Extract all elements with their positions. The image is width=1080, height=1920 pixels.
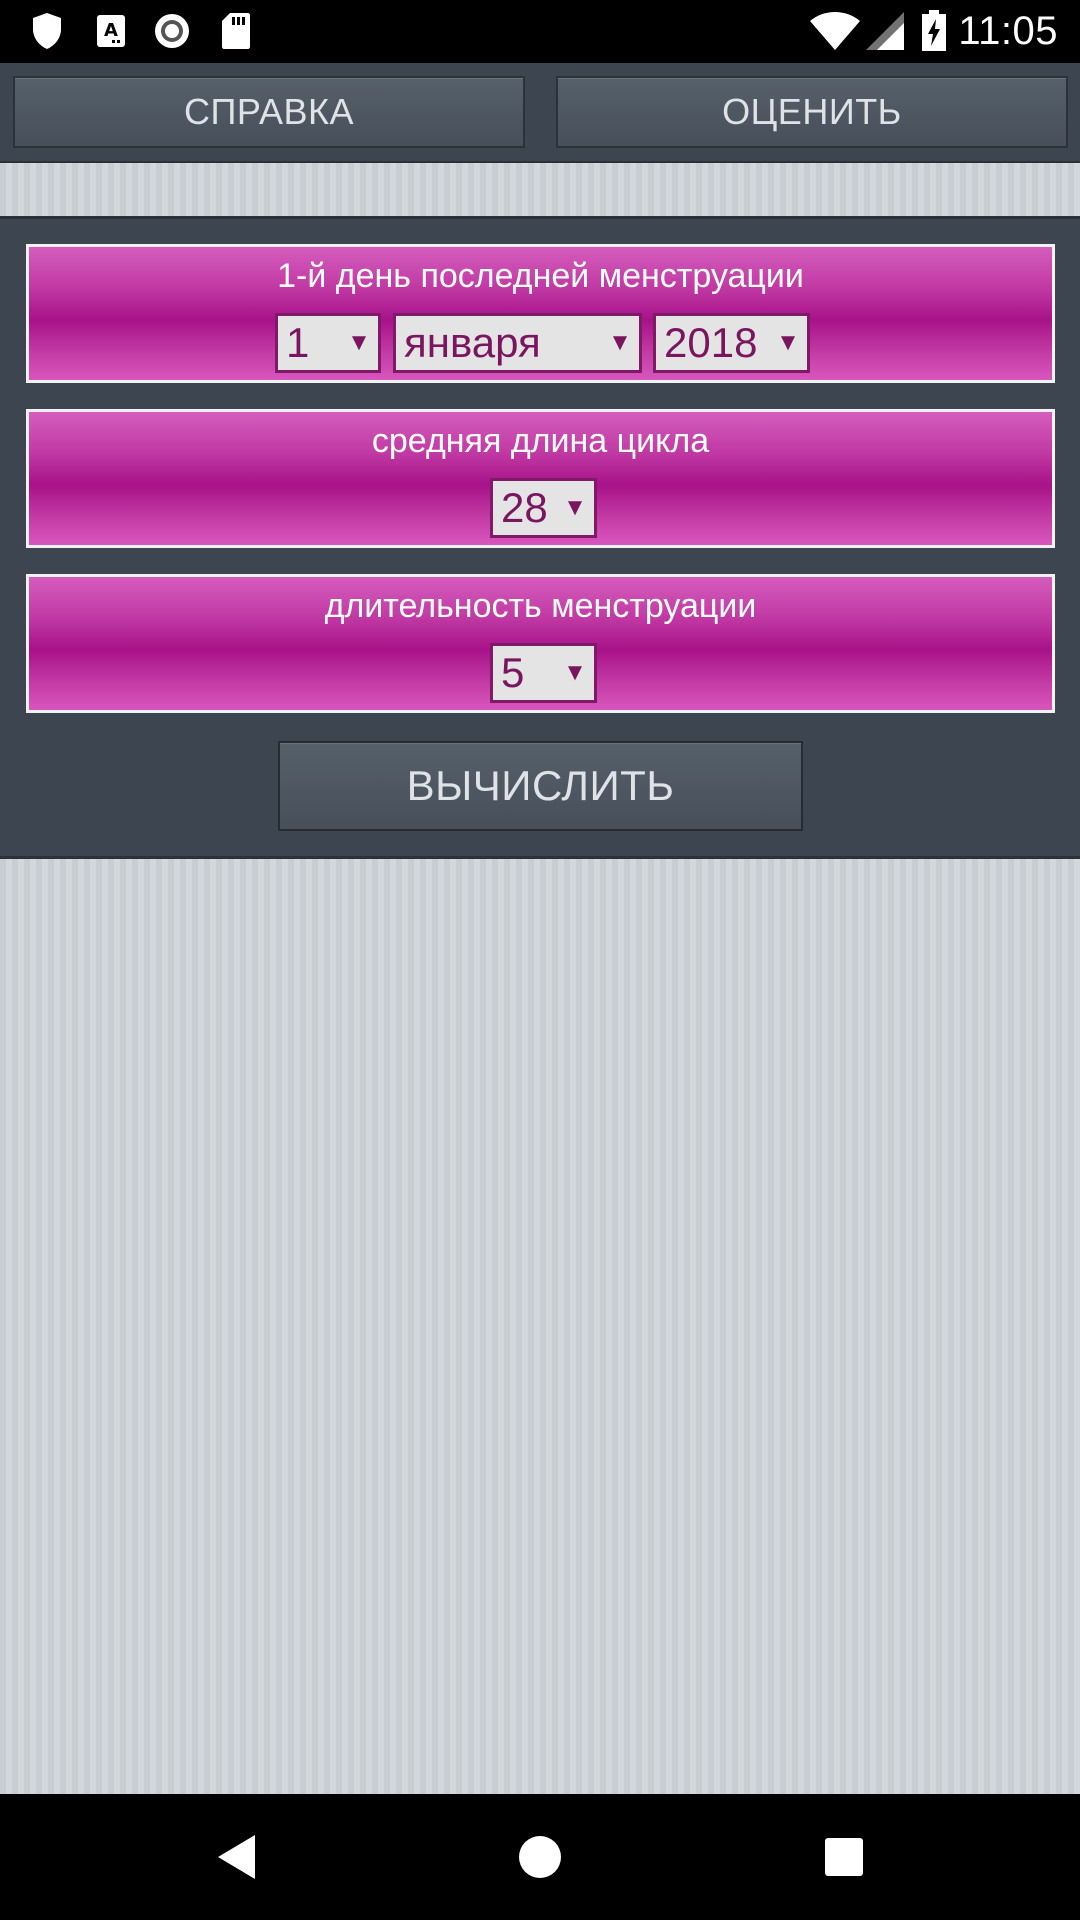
- cycle-length-field: средняя длина цикла 28 ▼: [26, 409, 1055, 548]
- accessibility-a-icon: A: [94, 10, 128, 52]
- help-button[interactable]: СПРАВКА: [13, 76, 525, 148]
- chevron-down-icon: ▼: [776, 329, 800, 356]
- cycle-length-value: 28: [501, 484, 548, 531]
- cycle-length-label: средняя длина цикла: [371, 422, 710, 460]
- day-value: 1: [286, 319, 310, 366]
- chevron-down-icon: ▼: [563, 494, 587, 521]
- period-length-field: длительность менструации 5 ▼: [26, 574, 1055, 713]
- last-period-label: 1-й день последней менструации: [277, 257, 804, 295]
- top-toolbar: СПРАВКА ОЦЕНИТЬ: [0, 63, 1080, 163]
- status-bar: A 11:05: [0, 0, 1080, 63]
- year-select[interactable]: 2018 ▼: [653, 313, 810, 373]
- back-icon[interactable]: [207, 1827, 267, 1887]
- rate-button[interactable]: ОЦЕНИТЬ: [556, 76, 1068, 148]
- sd-card-icon: [220, 10, 252, 52]
- period-length-select[interactable]: 5 ▼: [490, 643, 597, 703]
- shield-icon: [30, 10, 64, 52]
- navigation-bar: [0, 1794, 1080, 1920]
- year-value: 2018: [664, 319, 758, 366]
- status-time: 11:05: [958, 9, 1058, 53]
- day-select[interactable]: 1 ▼: [275, 313, 381, 373]
- svg-text:A: A: [104, 20, 118, 41]
- period-length-label: длительность менструации: [324, 587, 757, 625]
- app-screen: A 11:05 СПРАВКА ОЦЕНИТЬ 1-й день последн…: [0, 0, 1080, 1920]
- calculate-button[interactable]: ВЫЧИСЛИТЬ: [278, 741, 803, 831]
- battery-charging-icon: [920, 10, 948, 52]
- month-value: января: [404, 319, 541, 366]
- chevron-down-icon: ▼: [563, 659, 587, 686]
- cycle-length-select[interactable]: 28 ▼: [490, 478, 597, 538]
- wifi-icon: [808, 10, 862, 52]
- recents-icon[interactable]: [814, 1827, 874, 1887]
- calculator-form: 1-й день последней менструации 1 ▼ январ…: [0, 216, 1080, 859]
- record-icon: [152, 10, 192, 52]
- home-icon[interactable]: [510, 1827, 570, 1887]
- background-strip: [0, 163, 1080, 216]
- month-select[interactable]: января ▼: [393, 313, 642, 373]
- chevron-down-icon: ▼: [347, 329, 371, 356]
- content-background: [0, 859, 1080, 1794]
- last-period-field: 1-й день последней менструации 1 ▼ январ…: [26, 244, 1055, 383]
- cell-signal-icon: [864, 10, 906, 52]
- period-length-value: 5: [501, 649, 525, 696]
- chevron-down-icon: ▼: [608, 329, 632, 356]
